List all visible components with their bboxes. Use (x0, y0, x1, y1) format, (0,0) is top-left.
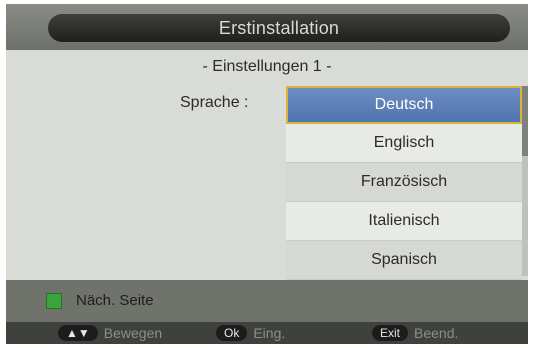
next-page-hint[interactable]: Näch. Seite (46, 292, 154, 309)
hint-move-label: Bewegen (103, 325, 163, 341)
language-option-italienisch[interactable]: Italienisch (286, 202, 522, 241)
hint-move: ▲▼ Bewegen (58, 325, 162, 341)
language-option-spanisch[interactable]: Spanisch (286, 241, 522, 280)
language-option-franzoesisch[interactable]: Französisch (286, 163, 522, 202)
arrow-keys-icon: ▲▼ (58, 325, 98, 341)
hint-exit: Exit Beend. (372, 325, 458, 341)
setup-screen: Erstinstallation - Einstellungen 1 - Spr… (6, 4, 528, 344)
scrollbar-thumb[interactable] (522, 86, 528, 156)
title-bar: Erstinstallation (6, 4, 528, 50)
hint-enter-label: Eing. (253, 325, 286, 341)
hint-exit-label: Beend. (414, 325, 459, 341)
settings-subtitle: - Einstellungen 1 - (202, 58, 332, 75)
language-list[interactable]: Deutsch Englisch Französisch Italienisch… (286, 86, 522, 280)
language-option-englisch[interactable]: Englisch (286, 124, 522, 163)
hint-enter: Ok Eing. (216, 325, 285, 341)
page-title: Erstinstallation (48, 14, 510, 42)
green-key-icon (46, 292, 62, 309)
key-hints: ▲▼ Bewegen Ok Eing. Exit Beend. (6, 322, 528, 344)
ok-key-icon: Ok (216, 325, 248, 341)
language-label: Sprache : (180, 94, 249, 111)
scrollbar[interactable] (522, 86, 528, 276)
language-option-deutsch[interactable]: Deutsch (286, 86, 522, 124)
next-page-label: Näch. Seite (76, 292, 154, 309)
exit-key-icon: Exit (372, 325, 409, 341)
